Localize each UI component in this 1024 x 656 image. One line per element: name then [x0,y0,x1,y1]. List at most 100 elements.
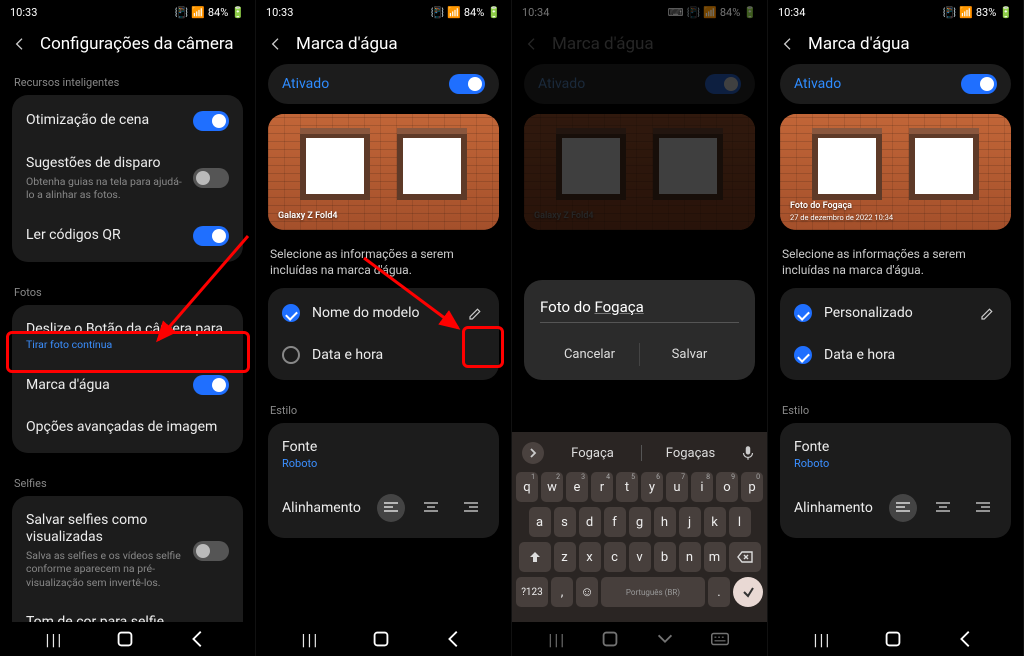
row-font[interactable]: Fonte Roboto [780,427,1011,482]
opt-model-row[interactable]: Nome do modelo [268,292,499,334]
key-m[interactable]: m [704,542,726,572]
card-selfies: Salvar selfies como visualizadas Salva a… [12,496,243,622]
align-left-button[interactable] [377,494,405,522]
key-c[interactable]: c [604,542,626,572]
master-toggle-row[interactable]: Ativado [268,64,499,104]
edit-icon[interactable] [467,304,485,322]
key-f[interactable]: f [604,507,626,537]
key-j[interactable]: j [679,507,701,537]
space-key[interactable]: Português (BR) [601,577,705,607]
key-d[interactable]: d [579,507,601,537]
key-x[interactable]: x [579,542,601,572]
symbols-key[interactable]: ?123 [516,577,548,607]
nav-recents-icon[interactable]: ||| [814,630,832,649]
row-scene-opt[interactable]: Otimização de cena [12,99,243,143]
enter-key[interactable] [733,577,763,607]
nav-recents-icon[interactable]: ||| [46,630,64,649]
save-button[interactable]: Salvar [640,337,739,372]
nav-home-icon[interactable] [882,628,904,650]
watermark-toggle[interactable] [193,375,229,395]
key-z[interactable]: z [554,542,576,572]
nav-back-icon[interactable] [187,628,209,650]
screen-watermark-edit-dialog: 10:34 ⌨ 📳 📶 84% 🔋 Marca d'água Ativado G… [512,0,768,656]
key-b[interactable]: b [654,542,676,572]
opt-date-row[interactable]: Data e hora [780,334,1011,376]
scene-opt-toggle[interactable] [193,111,229,131]
section-photos: Fotos [12,274,243,305]
key-n[interactable]: n [679,542,701,572]
key-s[interactable]: s [554,507,576,537]
align-left-button[interactable] [889,494,917,522]
back-icon[interactable] [780,36,796,52]
row-shot-sugg[interactable]: Sugestões de disparo Obtenha guias na te… [12,143,243,214]
qr-toggle[interactable] [193,226,229,246]
key-e[interactable]: e3 [566,472,588,502]
backspace-key[interactable] [729,542,761,572]
opt-date-check-icon[interactable] [282,346,300,364]
nav-recents-icon[interactable]: ||| [302,630,320,649]
back-icon[interactable] [12,36,28,52]
key-k[interactable]: k [704,507,726,537]
key-y[interactable]: y6 [641,472,663,502]
key-o[interactable]: o9 [716,472,738,502]
row-font[interactable]: Fonte Roboto [268,427,499,482]
emoji-key[interactable]: ☺ [576,577,598,607]
master-toggle[interactable] [449,74,485,94]
row-swipe[interactable]: Deslize o Botão da câmera para Tirar fot… [12,309,243,364]
opt-date-check-icon[interactable] [794,346,812,364]
key-q[interactable]: q1 [516,472,538,502]
align-center-button[interactable] [929,494,957,522]
row-save-selfies[interactable]: Salvar selfies como visualizadas Salva a… [12,500,243,602]
expand-toolbar-button[interactable] [522,442,544,464]
shift-key[interactable] [519,542,551,572]
key-v[interactable]: v [629,542,651,572]
row-advanced[interactable]: Opções avançadas de imagem [12,407,243,449]
nav-home-icon[interactable] [370,628,392,650]
nav-back-icon[interactable] [955,628,977,650]
key-t[interactable]: t5 [616,472,638,502]
key-h[interactable]: h [654,507,676,537]
comma-key[interactable]: , [551,577,573,607]
opt-model-label: Nome do modelo [312,305,455,321]
nav-home-icon[interactable] [114,628,136,650]
opt-model-check-icon[interactable] [282,304,300,322]
nav-back-icon[interactable] [443,628,465,650]
settings-scroll[interactable]: Ativado Galaxy Z Fold4 Selecione as info… [256,64,511,622]
suggestion-word[interactable]: Fogaça [552,446,633,461]
status-bar: 10:33 📳 📶 84% 🔋 [0,0,255,24]
row-watermark[interactable]: Marca d'água [12,363,243,407]
shot-sugg-toggle[interactable] [193,168,229,188]
align-right-button[interactable] [969,494,997,522]
font-label: Fonte [282,439,485,455]
key-g[interactable]: g [629,507,651,537]
opt-custom-row[interactable]: Personalizado [780,292,1011,334]
key-i[interactable]: i8 [691,472,713,502]
master-toggle[interactable] [961,74,997,94]
key-w[interactable]: w2 [541,472,563,502]
key-p[interactable]: p0 [741,472,763,502]
align-right-button[interactable] [457,494,485,522]
key-row-3: zxcvbnm [516,542,763,572]
nav-bar: ||| [256,622,511,656]
watermark-text-input[interactable]: Foto do Fogaça [540,298,739,323]
opt-date-row[interactable]: Data e hora [268,334,499,376]
cancel-button[interactable]: Cancelar [540,337,639,372]
settings-scroll[interactable]: Ativado Foto do Fogaça 27 de dezembro de… [768,64,1023,622]
edit-icon[interactable] [979,304,997,322]
key-a[interactable]: a [529,507,551,537]
align-center-button[interactable] [417,494,445,522]
suggestion-word[interactable]: Fogaças [650,446,731,461]
key-r[interactable]: r4 [591,472,613,502]
row-qr[interactable]: Ler códigos QR [12,214,243,258]
align-label: Alinhamento [282,500,361,516]
save-selfies-toggle[interactable] [193,541,229,561]
key-u[interactable]: u7 [666,472,688,502]
back-icon[interactable] [268,36,284,52]
key-l[interactable]: l [729,507,751,537]
row-selfie-tone[interactable]: Tom de cor para selfie Natural [12,602,243,622]
master-toggle-row[interactable]: Ativado [780,64,1011,104]
period-key[interactable]: . [708,577,730,607]
settings-scroll[interactable]: Recursos inteligentes Otimização de cena… [0,64,255,622]
mic-icon[interactable] [739,444,757,462]
opt-custom-check-icon[interactable] [794,304,812,322]
